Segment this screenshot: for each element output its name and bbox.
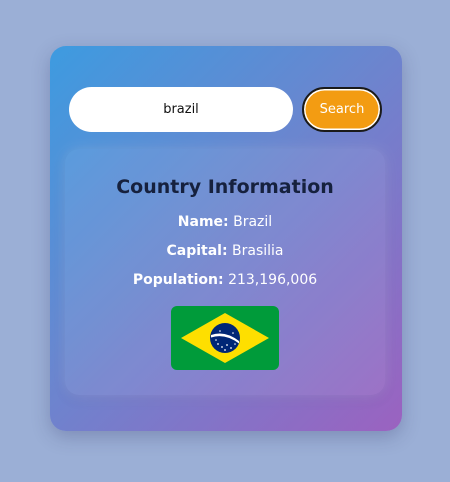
country-info-panel: Country Information Name: Brazil Capital…	[65, 149, 385, 395]
population-label: Population:	[132, 272, 224, 288]
brazil-flag-icon	[171, 306, 279, 370]
name-label: Name:	[177, 214, 229, 230]
search-input[interactable]	[69, 87, 293, 132]
country-name-line: Name: Brazil	[65, 214, 385, 230]
capital-value: Brasilia	[232, 243, 284, 259]
population-value: 213,196,006	[228, 272, 318, 288]
weather-card: Search Country Information Name: Brazil …	[50, 46, 402, 431]
search-button[interactable]: Search	[302, 87, 382, 132]
search-row: Search	[69, 87, 383, 133]
country-flag	[171, 306, 279, 370]
info-title: Country Information	[116, 176, 334, 198]
population-line: Population: 213,196,006	[65, 272, 385, 288]
capital-label: Capital:	[166, 243, 228, 259]
name-value: Brazil	[233, 214, 273, 230]
capital-line: Capital: Brasilia	[65, 243, 385, 259]
